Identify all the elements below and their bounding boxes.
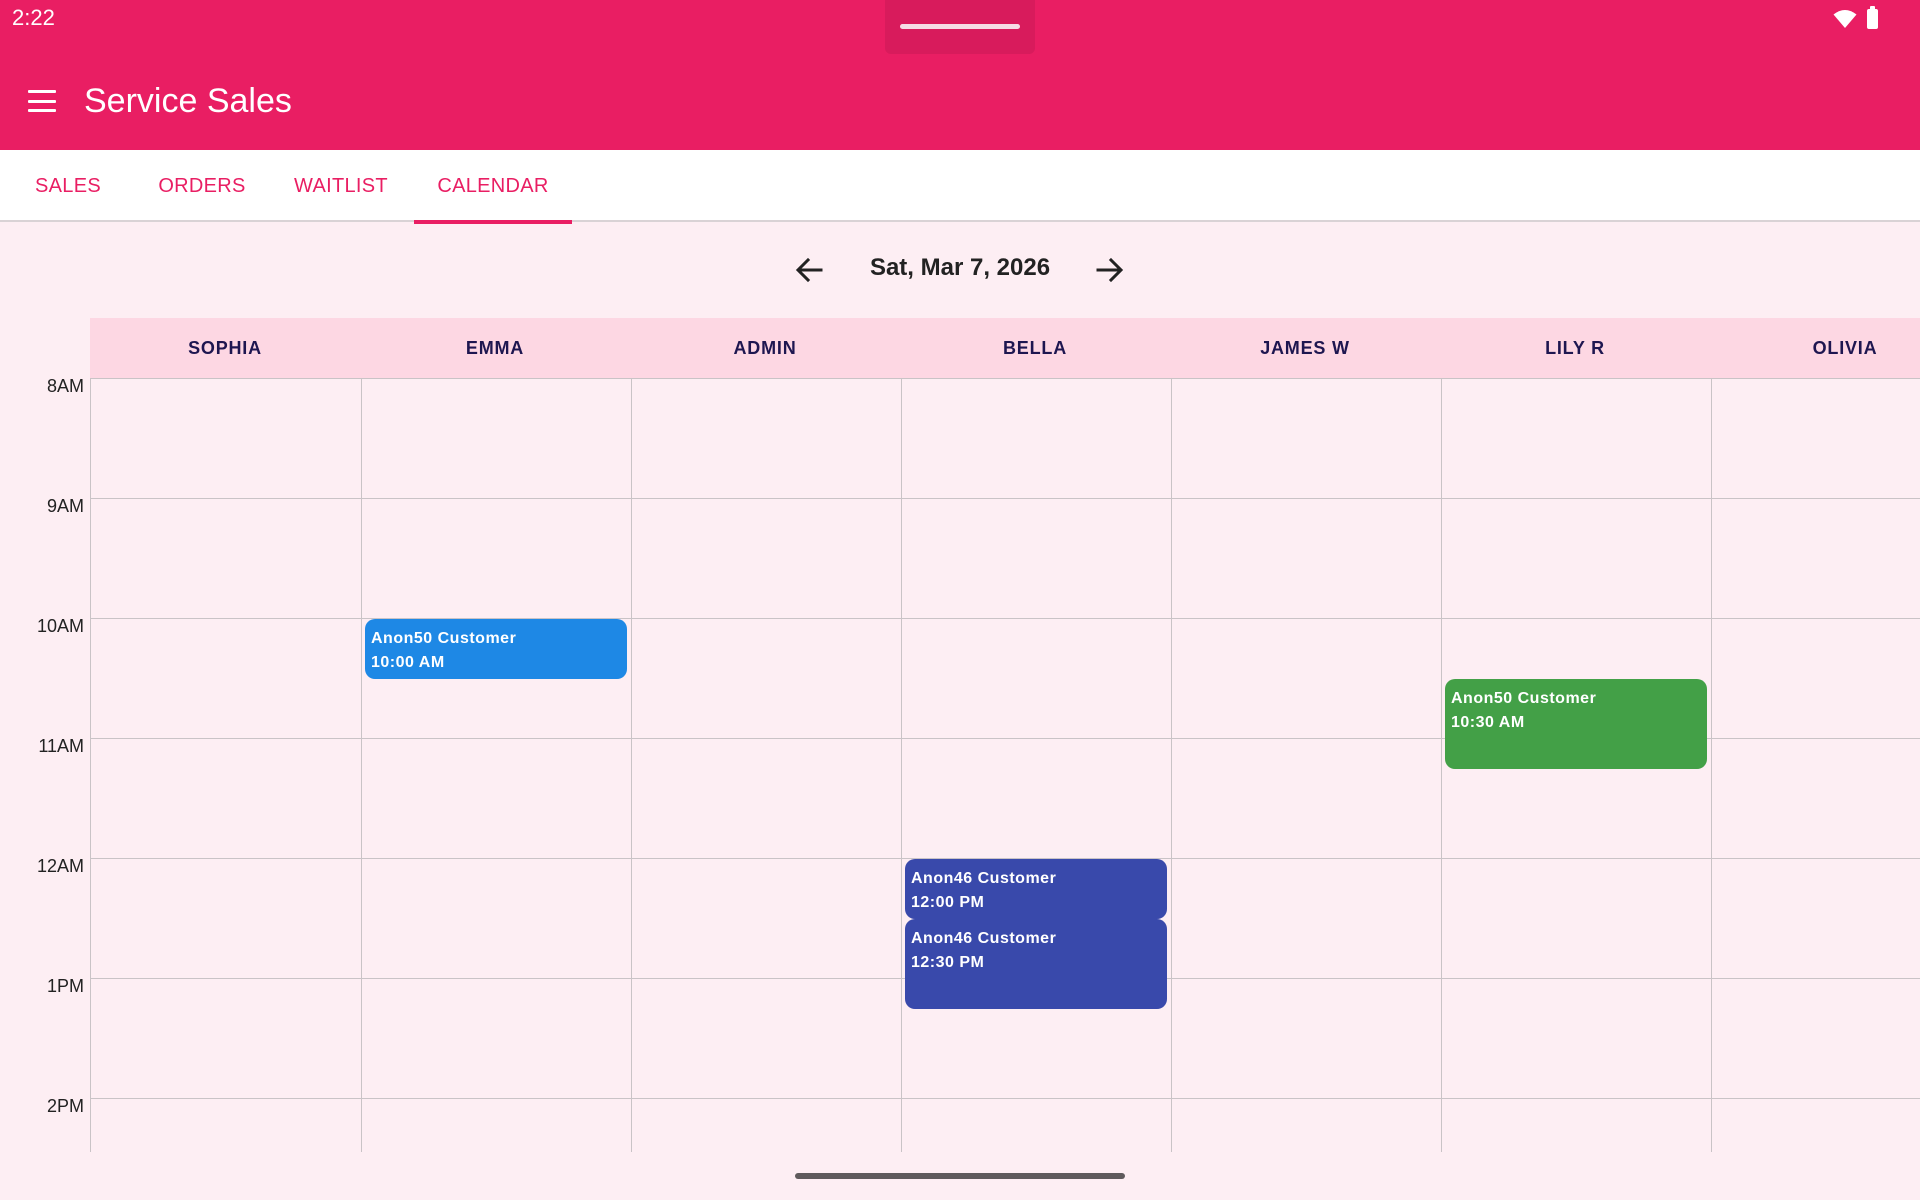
staff-column-header: ADMIN bbox=[733, 337, 797, 358]
staff-column-header: EMMA bbox=[465, 337, 525, 358]
hour-line bbox=[91, 1098, 1920, 1099]
tab-orders[interactable]: ORDERS bbox=[136, 150, 268, 222]
date-navigator: Sat, Mar 7, 2026 bbox=[0, 222, 1920, 318]
wifi-icon bbox=[1833, 10, 1857, 28]
appointment-customer: Anon46 Customer bbox=[911, 930, 1057, 947]
appointment-time: 12:00 PM bbox=[911, 894, 985, 911]
hour-line bbox=[91, 498, 1920, 499]
column-divider bbox=[1711, 378, 1712, 1152]
camera-notch bbox=[885, 0, 1035, 54]
app-title: Service Sales bbox=[84, 82, 292, 120]
tab-sales[interactable]: SALES bbox=[0, 150, 136, 222]
appointment-customer: Anon50 Customer bbox=[371, 630, 517, 647]
home-gesture-handle[interactable] bbox=[795, 1173, 1125, 1179]
service-sales-screen: 2:22 Service Sales SALES ORDERS WAITLIST… bbox=[0, 0, 1920, 1200]
staff-column-header: SOPHIA bbox=[188, 337, 262, 358]
column-divider bbox=[1171, 378, 1172, 1152]
status-icons bbox=[1833, 6, 1878, 30]
column-divider bbox=[901, 378, 902, 1152]
hour-label: 1PM bbox=[46, 976, 84, 996]
hour-label: 12AM bbox=[36, 856, 84, 876]
appointment-time: 10:00 AM bbox=[371, 654, 445, 671]
appointment-customer: Anon46 Customer bbox=[911, 870, 1057, 887]
hour-line bbox=[91, 378, 1920, 379]
staff-column-header: JAMES W bbox=[1260, 337, 1350, 358]
appointment-customer: Anon50 Customer bbox=[1451, 690, 1597, 707]
notch-handle bbox=[900, 24, 1020, 29]
arrow-right-icon bbox=[1096, 257, 1124, 283]
hour-label: 2PM bbox=[46, 1096, 84, 1116]
hour-line bbox=[91, 618, 1920, 619]
appointment-time: 12:30 PM bbox=[911, 954, 985, 971]
appointment-block[interactable]: Anon46 Customer 12:00 PM bbox=[905, 859, 1167, 919]
hour-label: 9AM bbox=[46, 496, 84, 516]
staff-column-header: LILY R bbox=[1545, 337, 1605, 358]
staff-header-row: SOPHIA EMMA ADMIN BELLA JAMES W LILY R OLIVIA bbox=[90, 318, 1920, 378]
next-day-button[interactable] bbox=[1092, 252, 1128, 288]
hour-label: 11AM bbox=[38, 736, 84, 756]
staff-column-header: OLIVIA bbox=[1812, 337, 1878, 358]
appointment-time: 10:30 AM bbox=[1451, 714, 1525, 731]
hour-label: 8AM bbox=[46, 376, 84, 396]
column-divider bbox=[1441, 378, 1442, 1152]
battery-icon bbox=[1867, 6, 1878, 29]
staff-column-header: BELLA bbox=[1003, 337, 1067, 358]
appointment-block[interactable]: Anon50 Customer 10:00 AM bbox=[365, 619, 627, 679]
tab-calendar[interactable]: CALENDAR bbox=[414, 150, 572, 224]
appointment-block[interactable]: Anon50 Customer 10:30 AM bbox=[1445, 679, 1707, 769]
hour-label: 10AM bbox=[36, 616, 84, 636]
tab-bar: SALES ORDERS WAITLIST CALENDAR bbox=[0, 150, 1920, 224]
column-divider bbox=[631, 378, 632, 1152]
calendar-grid[interactable]: Anon50 Customer 10:00 AM Anon50 Customer 10… bbox=[90, 378, 1920, 1152]
tab-waitlist[interactable]: WAITLIST bbox=[268, 150, 414, 222]
column-divider bbox=[361, 378, 362, 1152]
status-time: 2:22 bbox=[12, 5, 55, 30]
appointment-block[interactable]: Anon46 Customer 12:30 PM bbox=[905, 919, 1167, 1009]
app-bar: 2:22 Service Sales bbox=[0, 0, 1920, 150]
current-date: Sat, Mar 7, 2026 bbox=[869, 254, 1051, 281]
menu-icon[interactable] bbox=[28, 90, 56, 112]
